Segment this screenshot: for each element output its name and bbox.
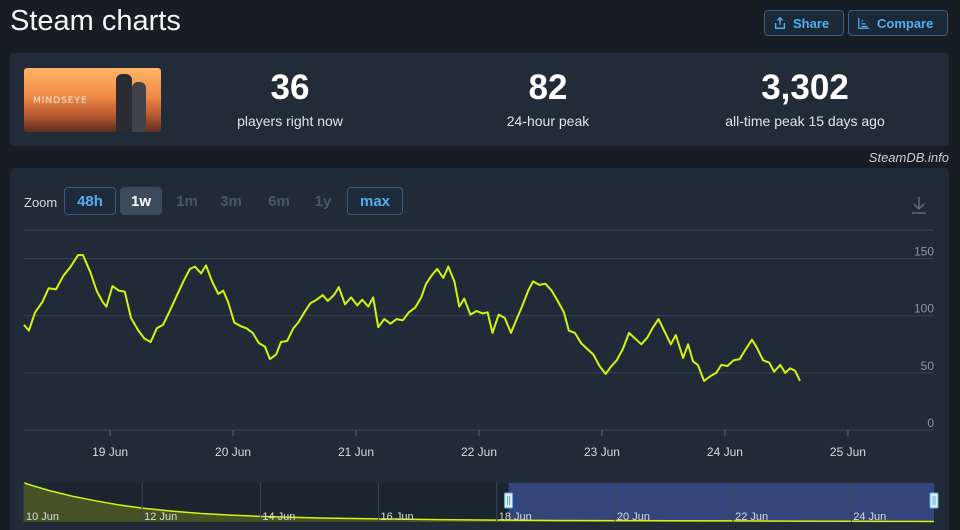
top-bar: Steam charts Share Compare	[0, 0, 960, 48]
y-tick-label: 150	[914, 245, 934, 259]
navigator-tick-label: 22 Jun	[735, 511, 768, 523]
navigator-tick-label: 14 Jun	[262, 511, 295, 523]
chart-card: Zoom 48h 1w 1m 3m 6m 1y max 0 50 100 150 19 …	[10, 168, 949, 530]
stat-value: 36	[270, 68, 310, 107]
navigator-tick-label: 10 Jun	[26, 511, 59, 523]
x-tick-label: 25 Jun	[830, 445, 866, 459]
page-title: Steam charts	[10, 5, 181, 37]
navigator-right-handle[interactable]	[929, 492, 939, 509]
stat-players-now: 36 players right now	[180, 68, 400, 130]
game-logo: MINDSEYE	[33, 96, 88, 106]
stat-value: 3,302	[761, 68, 849, 107]
stat-all-time-peak: 3,302 all-time peak 15 days ago	[695, 68, 915, 130]
compare-label: Compare	[877, 15, 934, 31]
x-tick-label: 24 Jun	[707, 445, 743, 459]
stat-label: 24-hour peak	[506, 113, 590, 129]
x-tick-label: 21 Jun	[338, 445, 374, 459]
navigator-left-handle[interactable]	[504, 492, 514, 509]
share-icon	[774, 16, 786, 29]
stat-label: all-time peak 15 days ago	[725, 113, 885, 129]
stat-24h-peak: 82 24-hour peak	[438, 68, 658, 130]
x-tick-label: 20 Jun	[215, 445, 251, 459]
player-count-chart[interactable]: 0 50 100 150 19 Jun 20 Jun 21 Jun 22 Jun 23 Jun 2…	[10, 168, 949, 530]
share-button[interactable]: Share	[764, 10, 844, 36]
steamdb-credit[interactable]: SteamDB.info	[869, 150, 949, 165]
stat-value: 82	[528, 68, 568, 107]
y-tick-label: 0	[927, 416, 934, 430]
navigator-tick-label: 20 Jun	[617, 511, 650, 523]
y-tick-label: 50	[921, 359, 935, 373]
x-tick-label: 19 Jun	[92, 445, 128, 459]
x-tick-label: 23 Jun	[584, 445, 620, 459]
navigator-tick-label: 12 Jun	[144, 511, 177, 523]
stat-label: players right now	[237, 113, 343, 129]
handle-grip	[929, 492, 939, 509]
stats-card: MINDSEYE 36 players right now 82 24-hour…	[10, 53, 949, 146]
players-series-line	[23, 254, 801, 382]
share-label: Share	[793, 15, 830, 31]
compare-icon	[858, 17, 870, 29]
navigator-tick-label: 16 Jun	[381, 511, 414, 523]
handle-grip	[504, 492, 514, 509]
navigator-tick-label: 18 Jun	[499, 511, 532, 523]
x-tick-label: 22 Jun	[461, 445, 497, 459]
navigator-tick-label: 24 Jun	[853, 511, 886, 523]
game-capsule-image[interactable]: MINDSEYE	[24, 68, 161, 132]
y-tick-label: 100	[914, 302, 934, 316]
compare-button[interactable]: Compare	[848, 10, 948, 36]
